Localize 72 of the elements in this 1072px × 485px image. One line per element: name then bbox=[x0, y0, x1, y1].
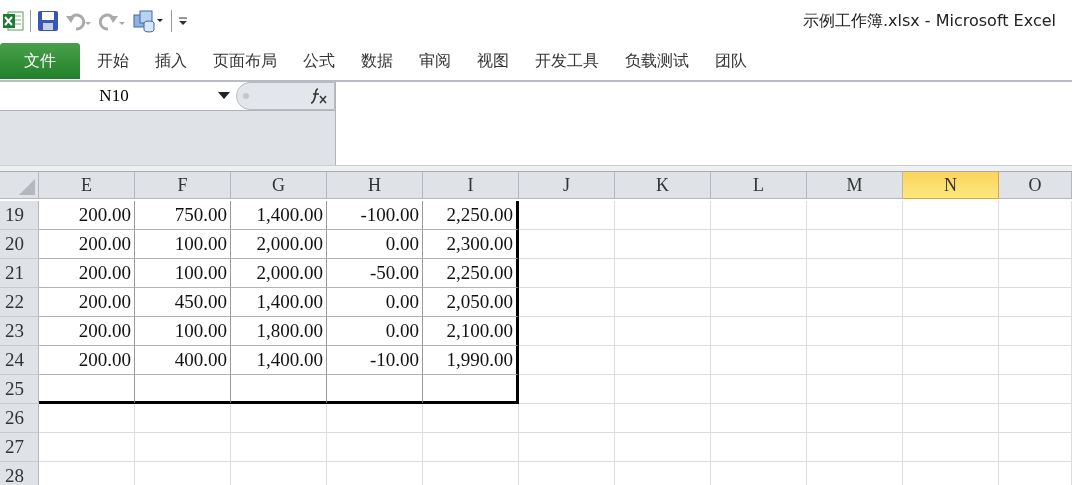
row-header[interactable]: 23 bbox=[0, 317, 39, 346]
save-icon[interactable] bbox=[37, 10, 59, 32]
ribbon-tab[interactable]: 团队 bbox=[702, 50, 760, 72]
ribbon-tab[interactable]: 开发工具 bbox=[522, 50, 612, 72]
column-header[interactable]: G bbox=[231, 172, 327, 199]
column-header[interactable]: J bbox=[519, 172, 615, 199]
table-cell: 200.00 bbox=[39, 201, 135, 230]
table-cell: 0.00 bbox=[327, 317, 423, 346]
table-cell: 1,400.00 bbox=[231, 346, 327, 375]
column-header[interactable]: O bbox=[999, 172, 1072, 199]
column-header[interactable]: L bbox=[711, 172, 807, 199]
table-cell: 2,000.00 bbox=[231, 259, 327, 288]
row-header[interactable]: 26 bbox=[0, 404, 39, 433]
row-header[interactable]: 25 bbox=[0, 375, 39, 404]
table-cell: 0.00 bbox=[327, 288, 423, 317]
table-cell: 200.00 bbox=[39, 346, 135, 375]
table-cell: 2,250.00 bbox=[423, 259, 519, 288]
handle-dot-icon bbox=[243, 93, 249, 99]
corner-triangle-icon bbox=[19, 179, 35, 195]
ribbon-tab[interactable]: 公式 bbox=[290, 50, 348, 72]
table-cell: 100.00 bbox=[135, 230, 231, 259]
table-cell: -100.00 bbox=[327, 201, 423, 230]
ribbon-tab[interactable]: 数据 bbox=[348, 50, 406, 72]
table-cell: 1,800.00 bbox=[231, 317, 327, 346]
table-cell: 2,050.00 bbox=[423, 288, 519, 317]
column-header[interactable]: E bbox=[39, 172, 135, 199]
table-cell: 1,400.00 bbox=[231, 201, 327, 230]
table-cell: 2,000.00 bbox=[231, 230, 327, 259]
table-cell: 2,100.00 bbox=[423, 317, 519, 346]
column-header[interactable]: N bbox=[903, 172, 999, 199]
row-header[interactable]: 19 bbox=[0, 201, 39, 230]
table-cell: 200.00 bbox=[39, 288, 135, 317]
row-header[interactable]: 27 bbox=[0, 433, 39, 462]
row-header[interactable]: 22 bbox=[0, 288, 39, 317]
database-copy-icon[interactable] bbox=[133, 9, 165, 33]
table-cell: 100.00 bbox=[135, 317, 231, 346]
row-header[interactable]: 24 bbox=[0, 346, 39, 375]
insert-function-icon[interactable] bbox=[310, 88, 328, 104]
table-cell: 200.00 bbox=[39, 259, 135, 288]
file-tab[interactable]: 文件 bbox=[0, 43, 80, 79]
table-cell: 750.00 bbox=[135, 201, 231, 230]
table-cell: 2,300.00 bbox=[423, 230, 519, 259]
table-cell: 100.00 bbox=[135, 259, 231, 288]
row-header[interactable]: 21 bbox=[0, 259, 39, 288]
table-cell: 200.00 bbox=[39, 317, 135, 346]
table-cell: -50.00 bbox=[327, 259, 423, 288]
formula-bar-handle[interactable] bbox=[236, 82, 335, 110]
table-cell: 1,400.00 bbox=[231, 288, 327, 317]
table-cell: 2,250.00 bbox=[423, 201, 519, 230]
ribbon-tab[interactable]: 审阅 bbox=[406, 50, 464, 72]
window-title: 示例工作簿.xlsx - Microsoft Excel bbox=[802, 10, 1056, 32]
table-cell: 0.00 bbox=[327, 230, 423, 259]
table-cell: -10.00 bbox=[327, 346, 423, 375]
ribbon-tab[interactable]: 插入 bbox=[142, 50, 200, 72]
ribbon-tab[interactable]: 负载测试 bbox=[612, 50, 702, 72]
column-header[interactable]: K bbox=[615, 172, 711, 199]
dropdown-icon[interactable] bbox=[218, 92, 230, 100]
column-header[interactable]: I bbox=[423, 172, 519, 199]
ribbon-tab[interactable]: 页面布局 bbox=[200, 50, 290, 72]
table-cell: 400.00 bbox=[135, 346, 231, 375]
row-header[interactable]: 20 bbox=[0, 230, 39, 259]
table-cell: 450.00 bbox=[135, 288, 231, 317]
column-header[interactable]: H bbox=[327, 172, 423, 199]
column-header[interactable]: M bbox=[807, 172, 903, 199]
column-header[interactable]: F bbox=[135, 172, 231, 199]
row-header[interactable]: 28 bbox=[0, 462, 39, 485]
ribbon-tab[interactable]: 视图 bbox=[464, 50, 522, 72]
table-cell: 200.00 bbox=[39, 230, 135, 259]
customize-toolbar-icon[interactable] bbox=[178, 16, 188, 26]
spreadsheet-app-icon[interactable] bbox=[2, 10, 24, 32]
table-cell: 1,990.00 bbox=[423, 346, 519, 375]
ribbon-tab[interactable]: 开始 bbox=[84, 50, 142, 72]
